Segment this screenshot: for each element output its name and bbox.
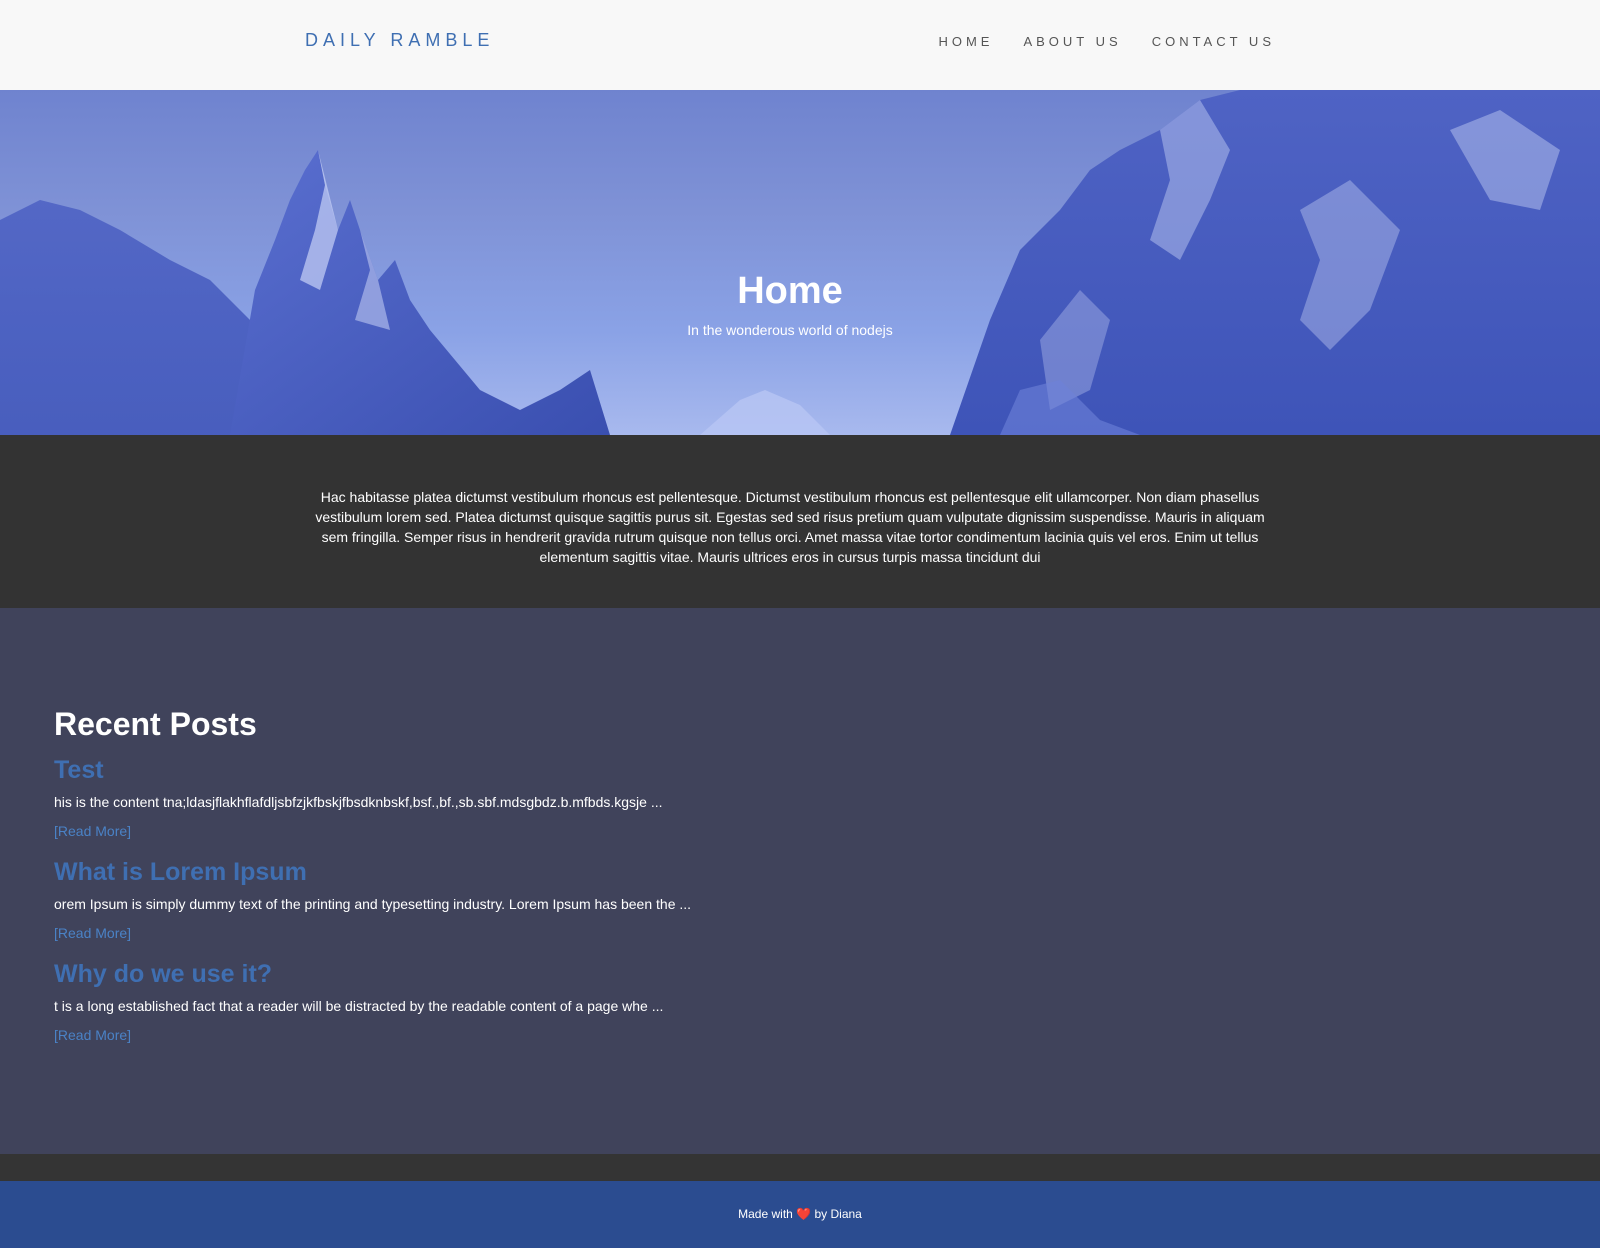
main-nav: HOME ABOUT US CONTACT US bbox=[938, 33, 1275, 51]
post-title-link[interactable]: Test bbox=[54, 758, 1600, 783]
nav-link-home[interactable]: HOME bbox=[938, 34, 993, 49]
page-title: Home bbox=[737, 270, 843, 312]
site-footer: Made with ❤️ by Diana bbox=[0, 1181, 1600, 1248]
mountain-background-image bbox=[0, 90, 1600, 435]
recent-posts-section: Recent Posts Test his is the content tna… bbox=[0, 608, 1600, 1154]
post-item: What is Lorem Ipsum orem Ipsum is simply… bbox=[54, 860, 1600, 943]
read-more-link[interactable]: [Read More] bbox=[54, 925, 131, 941]
post-title-link[interactable]: Why do we use it? bbox=[54, 962, 1600, 987]
brand-logo[interactable]: DAILY RAMBLE bbox=[305, 30, 494, 51]
nav-link-contact-us[interactable]: CONTACT US bbox=[1152, 34, 1275, 49]
hero-banner: Home In the wonderous world of nodejs bbox=[0, 90, 1600, 435]
footer-author: by Diana bbox=[814, 1207, 862, 1221]
post-item: Why do we use it? t is a long establishe… bbox=[54, 962, 1600, 1045]
nav-item-home: HOME bbox=[938, 33, 993, 51]
recent-posts-heading: Recent Posts bbox=[54, 706, 257, 742]
read-more-link[interactable]: [Read More] bbox=[54, 823, 131, 839]
footer-made-with: Made with bbox=[738, 1207, 793, 1221]
post-title-link[interactable]: What is Lorem Ipsum bbox=[54, 860, 1600, 885]
nav-link-about-us[interactable]: ABOUT US bbox=[1023, 34, 1121, 49]
nav-item-contact: CONTACT US bbox=[1152, 33, 1275, 51]
site-header: DAILY RAMBLE HOME ABOUT US CONTACT US bbox=[0, 0, 1600, 90]
nav-item-about: ABOUT US bbox=[1023, 33, 1121, 51]
hero-text: Home In the wonderous world of nodejs bbox=[0, 272, 1580, 338]
intro-section: Hac habitasse platea dictumst vestibulum… bbox=[0, 435, 1600, 608]
post-excerpt: orem Ipsum is simply dummy text of the p… bbox=[54, 896, 692, 912]
read-more-link[interactable]: [Read More] bbox=[54, 1027, 131, 1043]
heart-icon: ❤️ bbox=[796, 1207, 812, 1221]
page-subtitle: In the wonderous world of nodejs bbox=[687, 322, 893, 338]
intro-paragraph: Hac habitasse platea dictumst vestibulum… bbox=[315, 489, 1265, 565]
post-item: Test his is the content tna;ldasjflakhfl… bbox=[54, 758, 1600, 841]
post-excerpt: t is a long established fact that a read… bbox=[54, 998, 664, 1014]
post-excerpt: his is the content tna;ldasjflakhflafdlj… bbox=[54, 794, 663, 810]
